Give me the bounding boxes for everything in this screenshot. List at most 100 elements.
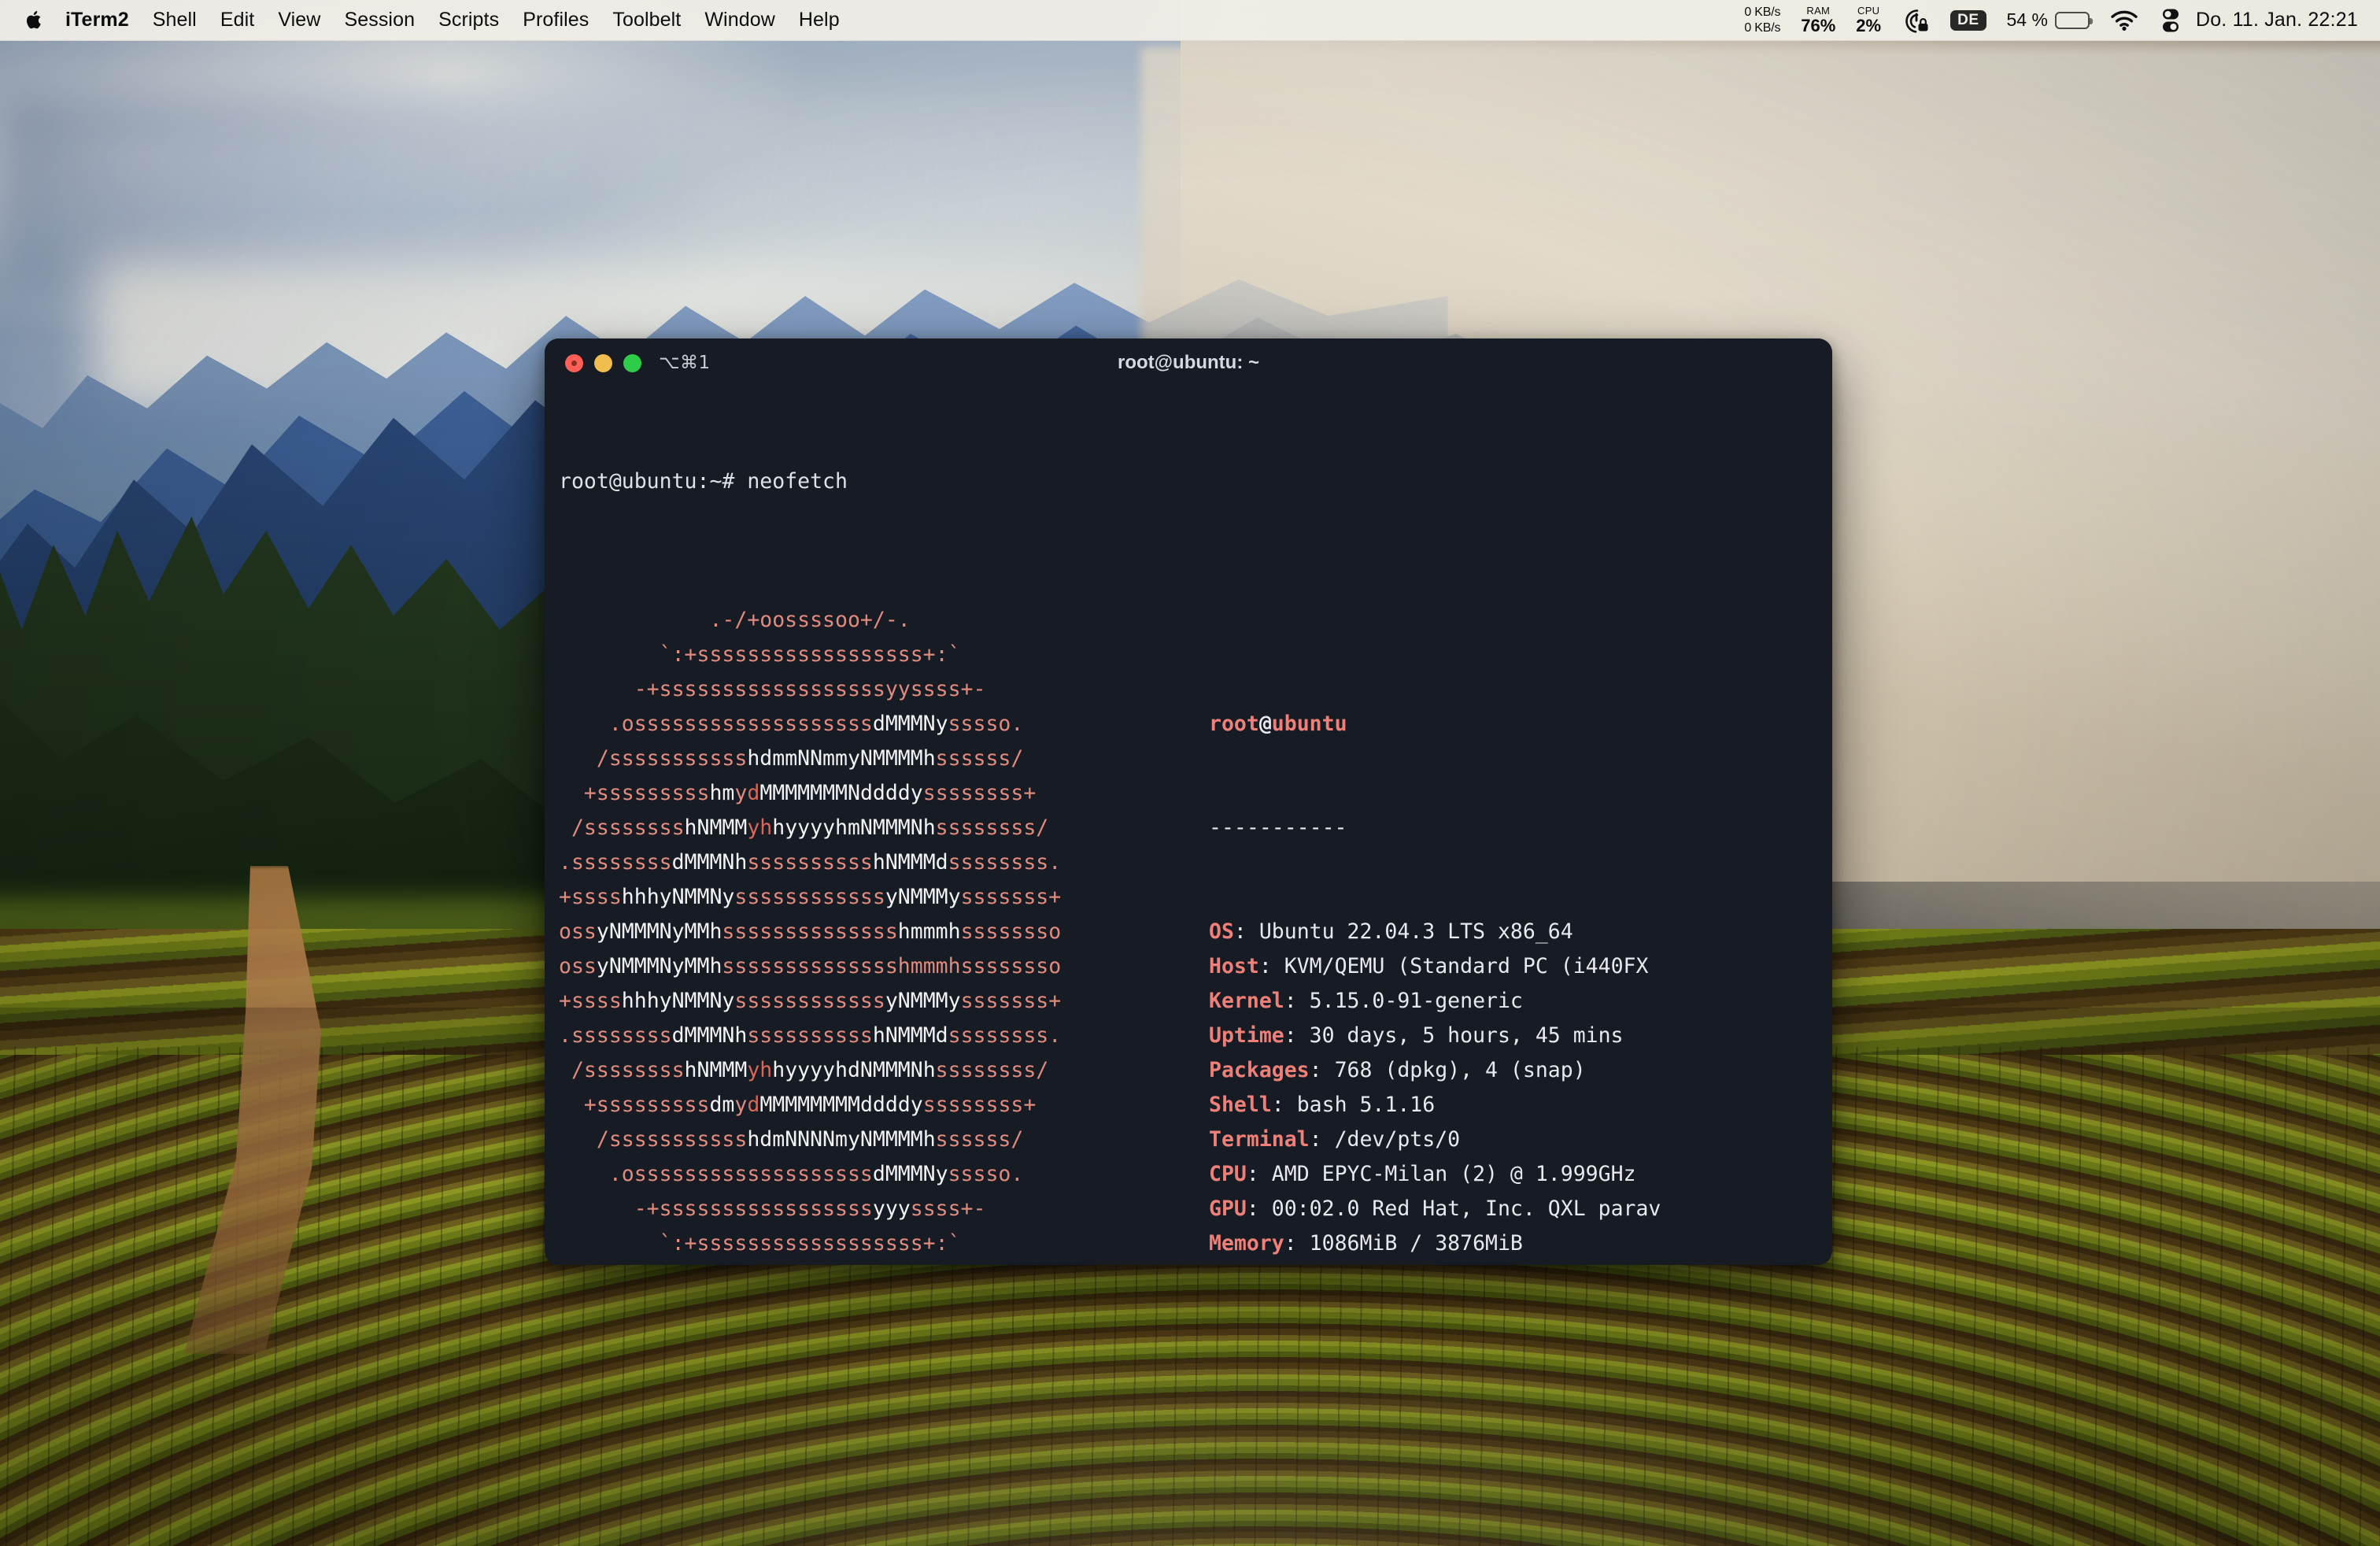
ascii-art-segment: -+ssssssssssssssssssyyssss+- — [559, 677, 985, 701]
ascii-art-segment: ssssssss+ — [923, 781, 1037, 805]
battery-percent-label: 54 % — [2007, 9, 2048, 31]
ascii-art-segment: hdmmNNmmyNMMMMh — [747, 746, 935, 771]
network-upload-rate: 0 KB/s — [1744, 5, 1780, 20]
ascii-art-segment: ssssssss. — [948, 850, 1062, 875]
ascii-art-line: +sssshhhyNMMNyssssssssssssyNMMMysssssss+ — [559, 984, 1209, 1019]
neofetch-field-value: 00:02.0 Red Hat, Inc. QXL parav — [1272, 1196, 1661, 1221]
ascii-art-line: .osssssssssssssssssssdMMMNysssso. — [559, 1157, 1209, 1192]
menu-item-view[interactable]: View — [266, 0, 332, 41]
menu-item-scripts[interactable]: Scripts — [427, 0, 511, 41]
keyboard-layout-badge[interactable]: DE — [1940, 0, 1996, 41]
neofetch-field-key: CPU — [1209, 1162, 1247, 1186]
ascii-art-line: `:+ssssssssssssssssss+:` — [559, 1226, 1209, 1261]
ram-indicator[interactable]: RAM 76% — [1791, 0, 1846, 41]
network-speed-indicator[interactable]: 0 KB/s 0 KB/s — [1734, 0, 1791, 41]
neofetch-at: @ — [1259, 712, 1272, 736]
zoom-button[interactable] — [623, 354, 641, 372]
ascii-art-line: .-/+oossssoo+/-. — [559, 603, 1209, 638]
neofetch-field: Kernel: 5.15.0-91-generic — [1209, 984, 1832, 1019]
ascii-art-segment: hm — [709, 781, 734, 805]
menu-bar-left: iTerm2 Shell Edit View Session Scripts P… — [0, 0, 852, 40]
menu-item-help[interactable]: Help — [787, 0, 852, 41]
ascii-art-segment: /ssssssss — [559, 816, 685, 840]
ascii-art-segment: hNMMM — [685, 816, 748, 840]
terminal-title-bar[interactable]: ⌥⌘1 root@ubuntu: ~ — [545, 338, 1832, 387]
ubuntu-ascii-logo: .-/+oossssoo+/-. `:+ssssssssssssssssss+:… — [559, 603, 1209, 1265]
ascii-art-segment: dMMMNh — [672, 1023, 748, 1048]
ascii-art-line: +ssssssssshmydMMMMMMMNddddyssssssss+ — [559, 776, 1209, 811]
menu-item-profiles[interactable]: Profiles — [511, 0, 601, 41]
neofetch-field-value: 30 days, 5 hours, 45 mins — [1310, 1023, 1624, 1048]
ascii-art-segment: /sssssssssss — [559, 746, 747, 771]
control-center-icon[interactable] — [2149, 0, 2193, 41]
network-download-rate: 0 KB/s — [1744, 20, 1780, 36]
ram-value: 76% — [1801, 17, 1835, 35]
close-button[interactable] — [565, 354, 583, 372]
ascii-art-line: .-/+oossssoo+/-. — [559, 1261, 1209, 1265]
ascii-art-line: .ssssssssdMMMNhsssssssssshNMMMdssssssss. — [559, 845, 1209, 880]
battery-indicator[interactable]: 54 % — [1997, 0, 2100, 41]
neofetch-field-separator: : — [1272, 1093, 1297, 1117]
neofetch-field-value: 1086MiB / 3876MiB — [1310, 1231, 1523, 1256]
iterm2-window[interactable]: ⌥⌘1 root@ubuntu: ~ root@ubuntu:~# neofet… — [545, 338, 1832, 1265]
ascii-art-segment: ssssssso — [961, 919, 1062, 944]
neofetch-field-value: bash 5.1.16 — [1297, 1093, 1436, 1117]
terminal-output-area[interactable]: root@ubuntu:~# neofetch .-/+oossssoo+/-.… — [545, 387, 1832, 1265]
apple-logo-icon[interactable] — [20, 0, 47, 41]
neofetch-field-key: GPU — [1209, 1196, 1247, 1221]
ascii-art-segment: y — [734, 781, 747, 805]
ascii-art-segment: sssssssssssssshmmmh — [722, 954, 960, 978]
ascii-art-segment: /ssssssss — [559, 1058, 685, 1082]
neofetch-field: Memory: 1086MiB / 3876MiB — [1209, 1226, 1832, 1261]
neofetch-field: OS: Ubuntu 22.04.3 LTS x86_64 — [1209, 915, 1832, 949]
command-prompt-line: root@ubuntu:~# neofetch — [559, 464, 1832, 499]
ascii-art-line: ossyNMMMNyMMhsssssssssssssshmmmhssssssso — [559, 915, 1209, 949]
menu-item-session[interactable]: Session — [332, 0, 427, 41]
vpn-lock-icon[interactable] — [1891, 0, 1940, 41]
ascii-art-segment: hNMMMd — [873, 850, 948, 875]
ascii-art-segment: d — [747, 1093, 759, 1117]
neofetch-output: .-/+oossssoo+/-. `:+ssssssssssssssssss+:… — [559, 603, 1832, 1265]
neofetch-field: Terminal: /dev/pts/0 — [1209, 1123, 1832, 1157]
neofetch-field-value: /dev/pts/0 — [1335, 1127, 1461, 1152]
neofetch-info-block: root@ubuntu ----------- OS: Ubuntu 22.04… — [1209, 603, 1832, 1265]
ascii-art-segment: .-/+oossssoo+/-. — [559, 608, 911, 632]
wifi-icon[interactable] — [2100, 0, 2149, 41]
cpu-indicator[interactable]: CPU 2% — [1846, 0, 1891, 41]
menu-bar-status-area: 0 KB/s 0 KB/s RAM 76% CPU 2% — [1734, 0, 2380, 40]
ascii-art-segment: yh — [747, 1058, 772, 1082]
ascii-art-line: .osssssssssssssssssssdMMMNysssso. — [559, 707, 1209, 742]
ascii-art-line: .ssssssssdMMMNhsssssssssshNMMMdssssssss. — [559, 1019, 1209, 1053]
ascii-art-line: /ssssssssssshdmmNNmmyNMMMMhssssss/ — [559, 742, 1209, 776]
menu-bar-clock[interactable]: Do. 11. Jan. 22:21 — [2193, 9, 2358, 31]
ascii-art-segment: MMMMMMMNddddy — [759, 781, 922, 805]
menu-item-iterm2[interactable]: iTerm2 — [54, 0, 141, 41]
ascii-art-segment: yNMMMNyMMh — [597, 919, 722, 944]
menu-item-toolbelt[interactable]: Toolbelt — [601, 0, 693, 41]
window-shortcut-badge: ⌥⌘1 — [659, 353, 711, 373]
ascii-art-segment: /sssssssssss — [559, 1127, 747, 1152]
ascii-art-line: /sssssssshNMMMyhhyyyyhdNMMMNhssssssss/ — [559, 1053, 1209, 1088]
ascii-art-segment: d — [747, 781, 759, 805]
neofetch-field-separator: : — [1259, 954, 1284, 978]
minimize-button[interactable] — [594, 354, 612, 372]
ascii-art-segment: +ssss — [559, 885, 622, 909]
ascii-art-segment: dm — [709, 1093, 734, 1117]
ascii-art-segment: MMMMMMMMdddd — [759, 1093, 910, 1117]
ascii-art-segment: sssssss+ — [961, 989, 1062, 1013]
neofetch-field-separator: : — [1284, 989, 1310, 1013]
ascii-art-segment: .ssssssss — [559, 850, 672, 875]
ascii-art-segment: hyyyyhmNMMMNh — [772, 816, 935, 840]
neofetch-field-separator: : — [1284, 1231, 1310, 1256]
ascii-art-segment: hhhyNMMNy — [622, 885, 735, 909]
neofetch-field: Uptime: 30 days, 5 hours, 45 mins — [1209, 1019, 1832, 1053]
ascii-art-segment: sssssss+ — [961, 885, 1062, 909]
menu-item-edit[interactable]: Edit — [209, 0, 266, 41]
menu-item-shell[interactable]: Shell — [141, 0, 209, 41]
neofetch-field-key: OS — [1209, 919, 1234, 944]
ascii-art-segment: hNMMMd — [873, 1023, 948, 1048]
battery-icon — [2055, 12, 2090, 29]
menu-item-window[interactable]: Window — [693, 0, 787, 41]
neofetch-field: GPU: 00:02.0 Red Hat, Inc. QXL parav — [1209, 1192, 1832, 1226]
ascii-art-line: +sssssssssdmydMMMMMMMMddddyssssssss+ — [559, 1088, 1209, 1123]
